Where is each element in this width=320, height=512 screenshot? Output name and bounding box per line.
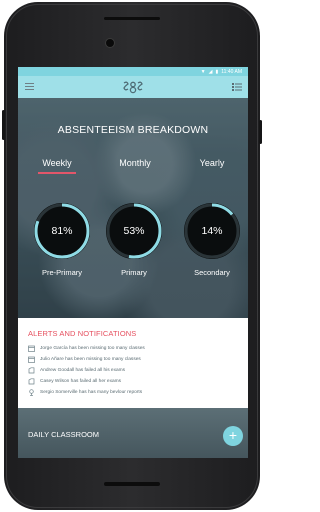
alert-item[interactable]: Jorge García has been missing too many c… xyxy=(28,344,145,353)
period-tabs: Weekly Monthly Yearly xyxy=(18,158,248,176)
exam-icon xyxy=(28,367,35,374)
app-screen: ▼ ◢ ▮ 11:40 AM ABSENTEEISM BREAKDOWN Wee… xyxy=(18,67,248,458)
gauge-value-secondary: 14% xyxy=(201,225,223,237)
app-bar xyxy=(18,76,248,98)
alert-text: Julio Añare has been missing too many cl… xyxy=(40,357,141,362)
calendar-icon xyxy=(28,356,35,363)
alert-item[interactable]: Julio Añare has been missing too many cl… xyxy=(28,355,141,364)
signal-icon: ◢ xyxy=(208,68,213,75)
list-view-icon[interactable] xyxy=(232,82,242,92)
gauge-primary: 53% xyxy=(105,202,163,260)
alert-text: Andrew Goodall has failed all his exams xyxy=(40,368,126,373)
battery-icon: ▮ xyxy=(215,68,219,75)
exam-icon xyxy=(28,378,35,385)
alerts-title: ALERTS AND NOTIFICATIONS xyxy=(28,329,137,338)
alert-text: Sergio Somerville has has many bevlour r… xyxy=(40,390,143,395)
alert-item[interactable]: Sergio Somerville has has many bevlour r… xyxy=(28,388,142,397)
status-bar: ▼ ◢ ▮ 11:40 AM xyxy=(18,67,248,76)
alert-text: Jorge García has been missing too many c… xyxy=(40,346,145,351)
hamburger-menu-icon[interactable] xyxy=(25,83,34,91)
alert-item[interactable]: Casey Wilson has failed all her exams xyxy=(28,377,121,386)
gauge-label-primary: Primary xyxy=(121,268,147,277)
status-time: 11:40 AM xyxy=(221,68,242,75)
behaviour-icon xyxy=(29,389,34,396)
daily-classroom-title: DAILY CLASSROOM xyxy=(28,430,99,439)
gauge-label-pre-primary: Pre-Primary xyxy=(41,268,82,277)
gauge-label-secondary: Secondary xyxy=(194,268,230,277)
calendar-icon xyxy=(28,345,35,352)
gauge-value-primary: 53% xyxy=(123,225,145,237)
front-camera xyxy=(105,38,115,48)
app-logo xyxy=(123,81,143,94)
gauge-secondary: 14% xyxy=(183,202,241,260)
wifi-icon: ▼ xyxy=(200,68,206,75)
earpiece xyxy=(104,17,160,20)
add-button[interactable]: + xyxy=(223,426,243,446)
tab-yearly[interactable]: Yearly xyxy=(182,158,242,168)
home-slot xyxy=(104,482,160,486)
gauge-value-pre-primary: 81% xyxy=(51,225,73,237)
power-button[interactable] xyxy=(259,120,262,144)
volume-button[interactable] xyxy=(2,110,5,140)
tab-weekly[interactable]: Weekly xyxy=(27,158,87,174)
tab-monthly[interactable]: Monthly xyxy=(105,158,165,168)
page-title: ABSENTEEISM BREAKDOWN xyxy=(57,124,209,136)
absenteeism-panel: ABSENTEEISM BREAKDOWN Weekly Monthly Yea… xyxy=(18,98,248,318)
alert-text: Casey Wilson has failed all her exams xyxy=(40,379,122,384)
gauge-pre-primary: 81% xyxy=(33,202,91,260)
daily-classroom-bar: DAILY CLASSROOM + xyxy=(18,408,248,458)
alerts-panel: ALERTS AND NOTIFICATIONS Jorge García ha… xyxy=(18,318,248,408)
alert-item[interactable]: Andrew Goodall has failed all his exams xyxy=(28,366,125,375)
